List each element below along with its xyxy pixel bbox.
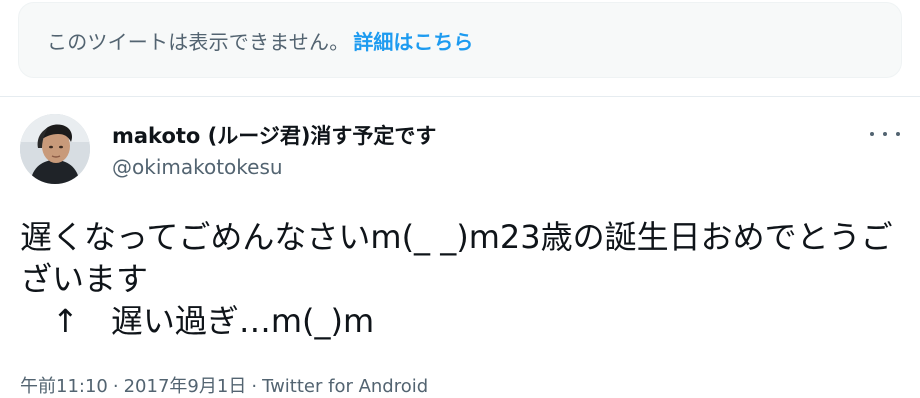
user-handle[interactable]: @okimakotokesu: [112, 155, 283, 179]
more-icon-dot: [870, 132, 874, 136]
meta-separator: ·: [251, 376, 258, 397]
tweet-time[interactable]: 午前11:10: [20, 376, 108, 397]
more-icon[interactable]: [870, 126, 900, 142]
tweet-metadata: 午前11:10 · 2017年9月1日 · Twitter for Android: [20, 372, 428, 398]
display-name[interactable]: makoto (ルージ君)消す予定です: [112, 120, 436, 150]
notice-text: このツイートは表示できません。: [47, 29, 350, 54]
divider: [0, 96, 920, 97]
more-icon-dot: [883, 132, 887, 136]
learn-more-link[interactable]: 詳細はこちら: [353, 26, 473, 55]
more-icon-dot: [896, 132, 900, 136]
tweet-text: 遅くなってごめんなさいm(_ _)m23歳の誕生日おめでとうございます ↑ 遅い…: [20, 218, 893, 340]
tweet-date[interactable]: 2017年9月1日: [124, 376, 247, 397]
tweet-unavailable-notice: このツイートは表示できません。 詳細はこちら: [18, 2, 902, 78]
meta-separator: ·: [112, 376, 119, 397]
avatar-image: [20, 114, 90, 184]
tweet-source[interactable]: Twitter for Android: [262, 376, 428, 397]
avatar[interactable]: [20, 114, 90, 184]
